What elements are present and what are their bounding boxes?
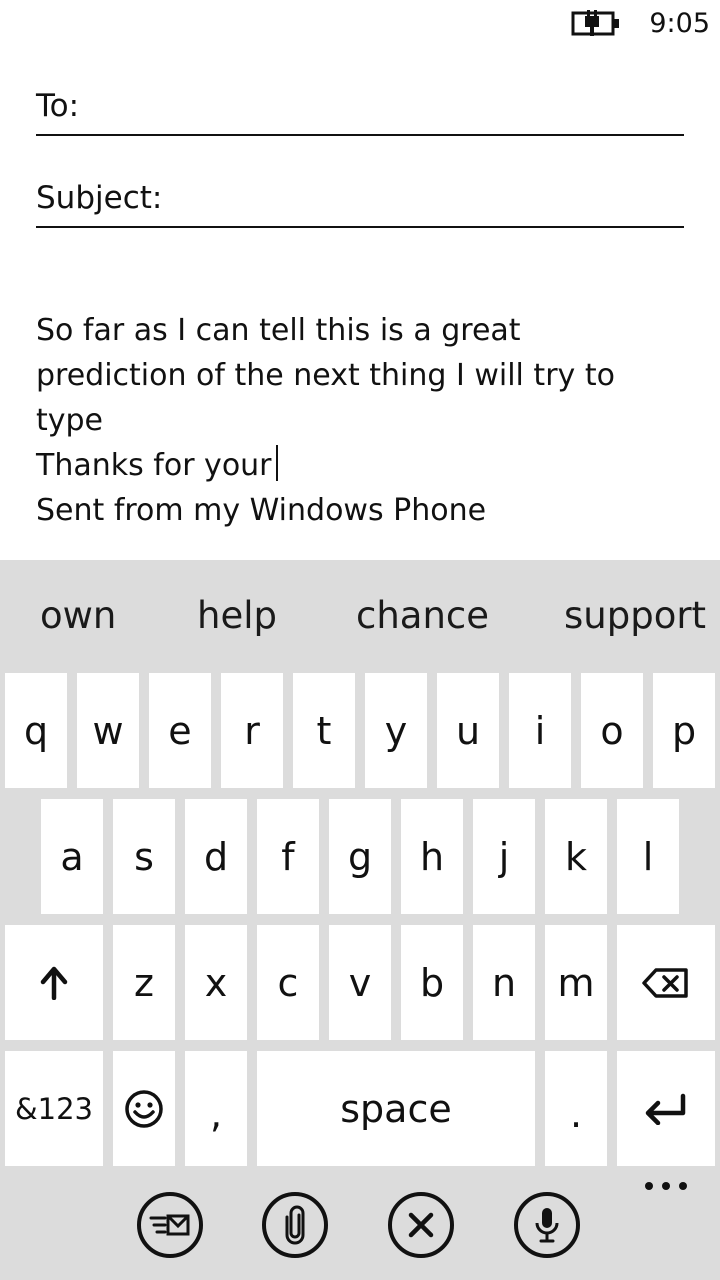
key-q[interactable]: q — [5, 673, 67, 788]
key-j[interactable]: j — [473, 799, 535, 914]
key-t[interactable]: t — [293, 673, 355, 788]
more-dots-icon[interactable] — [642, 1176, 690, 1196]
status-bar: 9:05 — [0, 0, 720, 48]
key-label: w — [92, 708, 124, 753]
suggestion-own[interactable]: own — [40, 588, 116, 644]
body-line-text: Thanks for your — [36, 448, 272, 483]
dictate-button[interactable] — [514, 1192, 580, 1258]
key-label: n — [491, 960, 517, 1005]
key-label: f — [281, 834, 295, 879]
key-label: c — [277, 960, 299, 1005]
attachment-paperclip-icon — [285, 1205, 305, 1245]
attach-button[interactable] — [262, 1192, 328, 1258]
key-l[interactable]: l — [617, 799, 679, 914]
clock: 9:05 — [649, 8, 710, 39]
key-label: j — [498, 834, 510, 879]
key-m[interactable]: m — [545, 925, 607, 1040]
suggestion-chance[interactable]: chance — [356, 588, 489, 644]
key-label: i — [534, 708, 546, 753]
key-z[interactable]: z — [113, 925, 175, 1040]
microphone-icon — [535, 1208, 559, 1243]
key-label: g — [347, 834, 373, 879]
key-g[interactable]: g — [329, 799, 391, 914]
smiley-face-icon — [125, 1089, 163, 1128]
key-label: t — [316, 708, 332, 753]
body-line: So far as I can tell this is a great — [36, 313, 521, 348]
text-caret — [275, 445, 278, 481]
body-line: type — [36, 403, 104, 438]
key-label: z — [134, 960, 154, 1005]
key-label: . — [569, 1091, 583, 1136]
key-d[interactable]: d — [185, 799, 247, 914]
keyboard: own help chance support q w e r t y u i … — [0, 560, 720, 1280]
key-o[interactable]: o — [581, 673, 643, 788]
to-field[interactable]: To: — [36, 78, 684, 136]
discard-close-icon — [408, 1212, 434, 1238]
key-w[interactable]: w — [77, 673, 139, 788]
key-label: h — [419, 834, 445, 879]
key-label: v — [348, 960, 372, 1005]
key-n[interactable]: n — [473, 925, 535, 1040]
key-label: x — [204, 960, 228, 1005]
space-key[interactable]: space — [257, 1051, 535, 1166]
body-line-current: Thanks for your — [36, 443, 656, 488]
key-v[interactable]: v — [329, 925, 391, 1040]
key-label: m — [557, 960, 595, 1005]
send-mail-icon — [149, 1214, 190, 1236]
key-y[interactable]: y — [365, 673, 427, 788]
period-key[interactable]: . — [545, 1051, 607, 1166]
key-label: e — [168, 708, 192, 753]
key-label: r — [244, 708, 260, 753]
enter-return-icon — [645, 1093, 686, 1125]
signature-line: Sent from my Windows Phone — [36, 493, 487, 528]
shift-arrow-up-icon — [40, 966, 68, 1000]
send-button[interactable] — [137, 1192, 203, 1258]
key-label: d — [203, 834, 229, 879]
key-label: l — [642, 834, 654, 879]
key-label: k — [564, 834, 587, 879]
key-label: p — [671, 708, 697, 753]
key-a[interactable]: a — [41, 799, 103, 914]
enter-key[interactable] — [617, 1051, 715, 1166]
subject-field[interactable]: Subject: — [36, 170, 684, 228]
discard-button[interactable] — [388, 1192, 454, 1258]
emoji-key[interactable] — [113, 1051, 175, 1166]
key-label: &123 — [15, 1091, 93, 1126]
key-u[interactable]: u — [437, 673, 499, 788]
suggestion-help[interactable]: help — [197, 588, 277, 644]
key-label: b — [419, 960, 445, 1005]
key-label: space — [340, 1086, 452, 1131]
key-label: q — [23, 708, 49, 753]
comma-key[interactable]: , — [185, 1051, 247, 1166]
key-s[interactable]: s — [113, 799, 175, 914]
key-p[interactable]: p — [653, 673, 715, 788]
backspace-key[interactable] — [617, 925, 715, 1040]
suggestion-support[interactable]: support — [564, 588, 706, 644]
key-e[interactable]: e — [149, 673, 211, 788]
key-x[interactable]: x — [185, 925, 247, 1040]
key-r[interactable]: r — [221, 673, 283, 788]
shift-key[interactable] — [5, 925, 103, 1040]
body-line: prediction of the next thing I will try … — [36, 358, 615, 393]
key-b[interactable]: b — [401, 925, 463, 1040]
message-body[interactable]: So far as I can tell this is a great pre… — [36, 308, 656, 533]
subject-label: Subject: — [36, 180, 163, 216]
to-label: To: — [36, 88, 80, 124]
key-label: s — [134, 834, 154, 879]
battery-charging-icon — [571, 10, 619, 36]
key-label: a — [60, 834, 84, 879]
key-i[interactable]: i — [509, 673, 571, 788]
key-label: , — [209, 1091, 223, 1136]
key-k[interactable]: k — [545, 799, 607, 914]
backspace-icon — [642, 967, 688, 998]
key-c[interactable]: c — [257, 925, 319, 1040]
key-label: o — [600, 708, 624, 753]
symbols-key[interactable]: &123 — [5, 1051, 103, 1166]
key-h[interactable]: h — [401, 799, 463, 914]
key-label: y — [384, 708, 408, 753]
key-label: u — [455, 708, 481, 753]
key-f[interactable]: f — [257, 799, 319, 914]
